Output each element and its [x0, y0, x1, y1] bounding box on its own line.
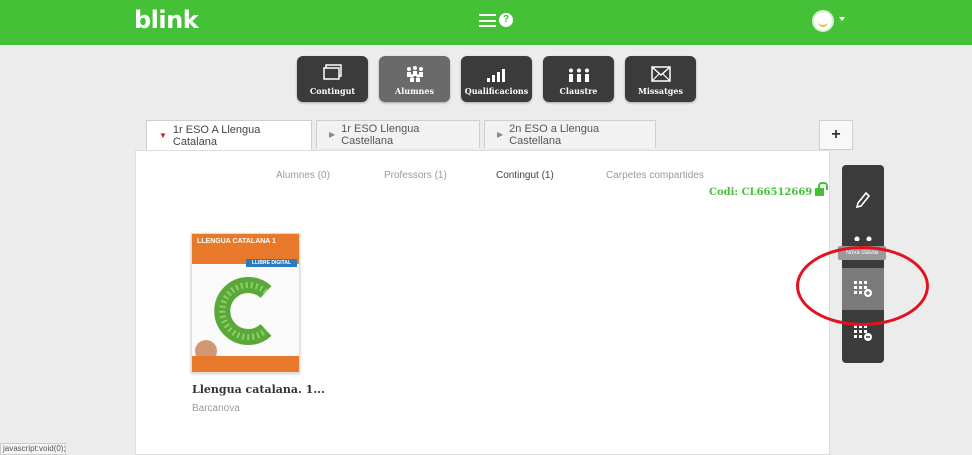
red-highlight-circle: [796, 246, 929, 326]
book-cover-title: LLENGUA CATALANA 1: [197, 238, 276, 245]
tab-label: 2n ESO a Llengua Castellana: [509, 122, 600, 147]
content-panel: Alumnes (0) Professors (1) Contingut (1)…: [135, 150, 830, 455]
subtab-professors[interactable]: Professors (1): [384, 170, 447, 181]
add-tab-button[interactable]: +: [819, 120, 853, 150]
app-logo[interactable]: blink: [134, 6, 199, 34]
nav-label: Missatges: [638, 86, 683, 96]
class-code-text: Codi: CL66512669: [709, 187, 813, 198]
tab-2n-eso-a-llengua-castellana[interactable]: ▶ 2n ESO a Llengua Castellana: [484, 120, 656, 148]
hamburger-icon[interactable]: [479, 14, 496, 27]
chevron-down-icon[interactable]: [839, 17, 845, 21]
book-title[interactable]: Llengua catalana. 1...: [192, 383, 325, 396]
tab-1r-eso-a-llengua-catalana[interactable]: ▼ 1r ESO A Llengua Catalana: [146, 120, 312, 150]
class-tabs: ▼ 1r ESO A Llengua Catalana ▶ 1r ESO Lle…: [146, 120, 660, 150]
subtab-alumnes[interactable]: Alumnes (0): [276, 170, 330, 181]
digital-badge: LLIBRE DIGITAL: [245, 259, 297, 267]
screen-icon: [322, 64, 342, 80]
students-icon: [406, 66, 423, 82]
tab-1r-eso-llengua-castellana[interactable]: ▶ 1r ESO Llengua Castellana: [316, 120, 480, 148]
class-code: Codi: CL66512669: [709, 182, 829, 198]
nav-label: Qualificacions: [464, 86, 529, 96]
nav-missatges-button[interactable]: Missatges: [625, 56, 696, 102]
book-publisher: Barcanova: [192, 403, 240, 414]
subtab-contingut[interactable]: Contingut (1): [496, 170, 554, 181]
subtab-carpetes-compartides[interactable]: Carpetes compartides: [606, 170, 704, 181]
unlock-icon[interactable]: [815, 182, 829, 196]
teachers-icon: [568, 68, 589, 82]
nav-contingut-button[interactable]: Contingut: [297, 56, 368, 102]
help-icon[interactable]: ?: [499, 13, 513, 27]
nav-qualificacions-button[interactable]: Qualificacions: [461, 56, 532, 102]
book-cover-footer: [192, 356, 299, 372]
users-icon: [854, 236, 872, 241]
caret-right-icon: ▶: [497, 130, 504, 139]
caret-right-icon: ▶: [329, 130, 336, 139]
nav-alumnes-button[interactable]: Alumnes: [379, 56, 450, 102]
user-avatar[interactable]: [812, 10, 834, 32]
tab-label: 1r ESO Llengua Castellana: [341, 122, 420, 147]
nav-label: Claustre: [559, 86, 598, 96]
book-cover[interactable]: LLENGUA CATALANA 1 LLIBRE DIGITAL: [191, 233, 300, 373]
edit-button[interactable]: [842, 179, 884, 221]
tab-label: 1r ESO A Llengua Catalana: [172, 123, 261, 148]
status-bar: javascript:void(0);: [0, 443, 66, 455]
nav-claustre-button[interactable]: Claustre: [543, 56, 614, 102]
caret-down-icon: ▼: [159, 131, 167, 140]
top-bar: blink ?: [0, 0, 972, 45]
pencil-icon: [856, 192, 870, 208]
grid-remove-icon: [854, 325, 872, 341]
bar-chart-icon: [486, 69, 505, 82]
nav-label: Alumnes: [395, 86, 434, 96]
main-nav: Contingut Alumnes Qualificacions Claustr…: [297, 56, 696, 102]
envelope-icon: [650, 66, 671, 82]
nav-label: Contingut: [309, 86, 356, 96]
